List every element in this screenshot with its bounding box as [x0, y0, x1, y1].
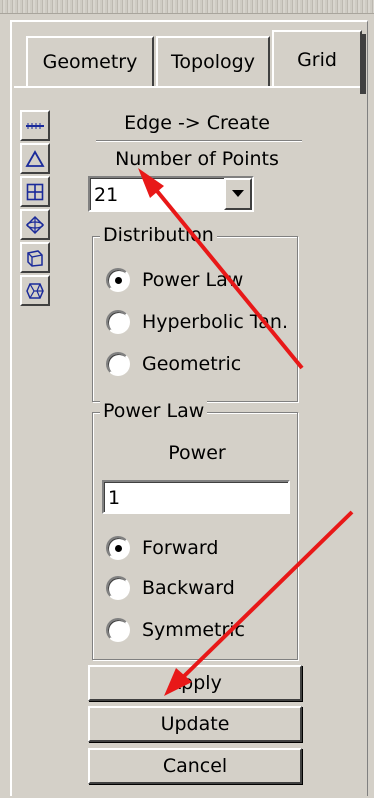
- update-button[interactable]: Update: [88, 706, 302, 742]
- window-edge: [360, 34, 366, 94]
- power-law-legend: Power Law: [100, 400, 208, 422]
- tab-strip-border: [14, 86, 364, 88]
- radio-label: Power Law: [142, 269, 244, 291]
- polyhedron-icon: [26, 282, 44, 299]
- grid-tool-button[interactable]: [20, 176, 50, 207]
- title-separator: [96, 140, 302, 142]
- power-input[interactable]: 1: [102, 480, 290, 514]
- edge-icon: [26, 122, 44, 129]
- face-tool-button[interactable]: [20, 143, 50, 174]
- power-label: Power: [168, 442, 226, 464]
- radio-button[interactable]: [106, 268, 130, 292]
- distribution-legend: Distribution: [100, 224, 217, 246]
- radio-button[interactable]: [106, 618, 130, 642]
- chevron-down-icon: [232, 190, 244, 197]
- poly-tool-button[interactable]: [20, 275, 50, 306]
- cube-icon: [27, 249, 43, 267]
- radio-button[interactable]: [106, 352, 130, 376]
- radio-label: Forward: [142, 537, 219, 559]
- panel-title: Edge -> Create: [124, 112, 270, 134]
- window-top-strip: [0, 0, 374, 14]
- radio-label: Backward: [142, 577, 235, 599]
- number-of-points-combo[interactable]: 21: [88, 176, 254, 212]
- cancel-button[interactable]: Cancel: [88, 748, 302, 784]
- radio-forward[interactable]: Forward: [106, 536, 218, 560]
- radio-button[interactable]: [106, 536, 130, 560]
- radio-geometric[interactable]: Geometric: [106, 352, 241, 376]
- radio-label: Symmetric: [142, 619, 245, 641]
- tab-topology[interactable]: Topology: [156, 36, 270, 86]
- triangle-icon: [25, 149, 45, 167]
- number-of-points-label: Number of Points: [115, 148, 279, 170]
- radio-button[interactable]: [106, 576, 130, 600]
- radio-label: Geometric: [142, 353, 242, 375]
- radio-hyperbolic-tan[interactable]: Hyperbolic Tan.: [106, 310, 288, 334]
- power-value: 1: [108, 487, 121, 509]
- dropdown-button[interactable]: [224, 178, 252, 210]
- tab-geometry[interactable]: Geometry: [26, 36, 154, 86]
- volume-tool-button[interactable]: [20, 209, 50, 240]
- number-of-points-value: 21: [94, 184, 119, 206]
- grid-icon: [26, 183, 44, 200]
- radio-button[interactable]: [106, 310, 130, 334]
- apply-button[interactable]: Apply: [88, 665, 302, 701]
- sphere-icon: [25, 215, 45, 234]
- radio-power-law[interactable]: Power Law: [106, 268, 243, 292]
- tab-grid[interactable]: Grid: [272, 30, 362, 88]
- radio-label: Hyperbolic Tan.: [142, 311, 289, 333]
- radio-symmetric[interactable]: Symmetric: [106, 618, 245, 642]
- block-tool-button[interactable]: [20, 242, 50, 273]
- edge-tool-button[interactable]: [20, 110, 50, 141]
- radio-backward[interactable]: Backward: [106, 576, 235, 600]
